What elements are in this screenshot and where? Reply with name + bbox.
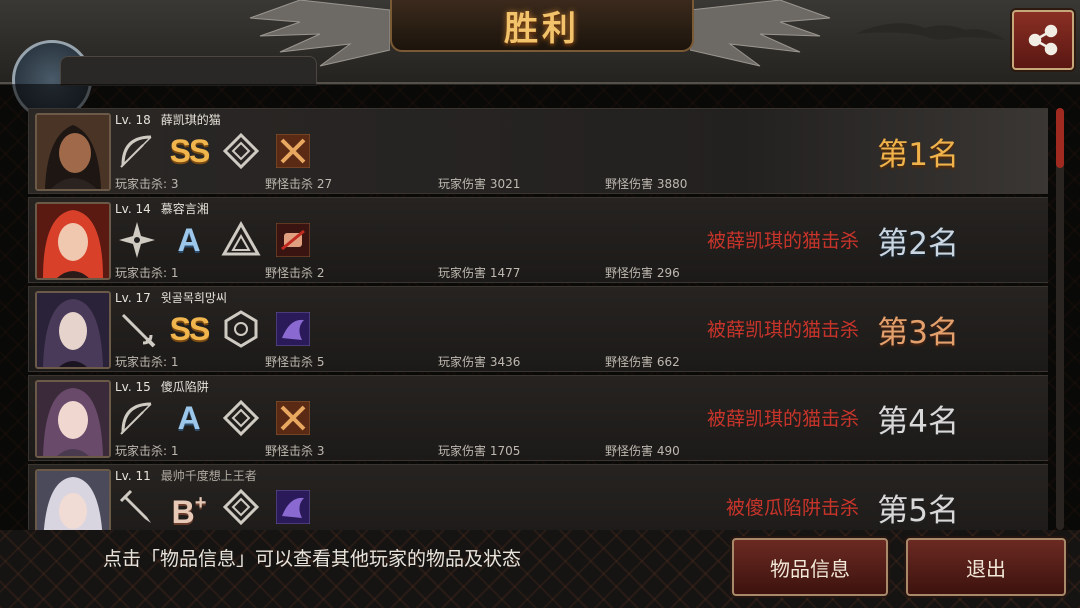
rank-label: 第4名 (877, 404, 959, 440)
player-name: 윗골목희망씨 (160, 291, 228, 305)
player-kills: 玩家击杀: 1 (115, 444, 179, 458)
rank-label: 第3名 (877, 315, 959, 351)
player-portrait (35, 469, 111, 530)
share-button[interactable] (1012, 10, 1074, 70)
rank-label: 第1名 (877, 137, 959, 173)
shadow-skill-icon (271, 487, 315, 527)
monster-kills: 野怪击杀 2 (265, 266, 325, 280)
killed-by-label: 被薛凯琪的猫击杀 (706, 230, 859, 252)
header-tab-plate (60, 56, 317, 86)
crossed-blades-skill-icon (271, 131, 315, 171)
player-portrait (35, 380, 111, 458)
grade-badge: B+ (171, 491, 207, 530)
player-damage: 玩家伤害 3436 (438, 355, 521, 369)
scroll-thumb[interactable] (1056, 108, 1064, 168)
player-name: 最帅千度想上王者 (160, 469, 257, 483)
player-portrait (35, 113, 111, 191)
results-list[interactable]: Lv. 18 薛凯琪的猫 SS 玩家击杀: 3 野怪击杀 27 玩家伤害 3021… (28, 108, 1048, 530)
killed-by-label: 被傻瓜陷阱击杀 (725, 497, 859, 519)
diamond-emblem-icon (219, 131, 263, 171)
grade-badge: SS (169, 311, 211, 347)
player-portrait (35, 291, 111, 369)
player-damage: 玩家伤害 3021 (438, 177, 521, 191)
rank-label: 第5名 (877, 493, 959, 529)
player-row[interactable]: Lv. 18 薛凯琪的猫 SS 玩家击杀: 3 野怪击杀 27 玩家伤害 3021… (28, 108, 1048, 194)
title-plate: 胜利 (390, 0, 694, 52)
footer-hint: 点击「物品信息」可以查看其他玩家的物品及状态 (103, 548, 522, 570)
player-kills: 玩家击杀: 3 (115, 177, 179, 191)
grade-badge: SS (169, 133, 211, 169)
monster-kills: 野怪击杀 5 (265, 355, 325, 369)
monster-damage: 野怪伤害 3880 (605, 177, 688, 191)
shuriken-icon (115, 220, 159, 260)
grade-badge: A (177, 222, 201, 258)
player-level: Lv. 15 (115, 380, 151, 394)
diamond-emblem-icon (219, 487, 263, 527)
player-damage: 玩家伤害 1477 (438, 266, 521, 280)
scrollbar[interactable] (1056, 108, 1064, 530)
player-row[interactable]: Lv. 14 慕容言湘 A 玩家击杀: 1 野怪击杀 2 玩家伤害 1477 野怪… (28, 197, 1048, 283)
bow-icon (115, 398, 159, 438)
shadow-skill-icon (271, 309, 315, 349)
rank-label: 第2名 (877, 226, 959, 262)
crow-silhouette-icon (855, 23, 1005, 40)
player-name: 傻瓜陷阱 (160, 380, 209, 394)
player-kills: 玩家击杀: 1 (115, 355, 179, 369)
grade-badge: A (177, 400, 201, 436)
player-damage: 玩家伤害 1705 (438, 444, 521, 458)
monster-kills: 野怪击杀 27 (265, 177, 333, 191)
right-wing-ornament (690, 0, 831, 67)
hexagon-emblem-icon (219, 309, 263, 349)
monster-damage: 野怪伤害 296 (605, 266, 680, 280)
killed-by-label: 被薛凯琪的猫击杀 (706, 408, 859, 430)
player-level: Lv. 11 (115, 469, 151, 483)
player-name: 慕容言湘 (160, 202, 209, 216)
item-info-button[interactable]: 物品信息 (732, 538, 888, 596)
dagger-icon (115, 487, 159, 527)
player-row[interactable]: Lv. 11 最帅千度想上王者 B+ 被傻瓜陷阱击杀 第5名 (28, 464, 1048, 530)
player-portrait (35, 202, 111, 280)
monster-damage: 野怪伤害 662 (605, 355, 680, 369)
monster-kills: 野怪击杀 3 (265, 444, 325, 458)
crossed-blades-skill-icon (271, 398, 315, 438)
player-row[interactable]: Lv. 17 윗골목희망씨 SS 玩家击杀: 1 野怪击杀 5 玩家伤害 3436… (28, 286, 1048, 372)
exit-button[interactable]: 退出 (906, 538, 1066, 596)
diamond-emblem-icon (219, 398, 263, 438)
victory-title: 胜利 (504, 8, 580, 49)
player-level: Lv. 14 (115, 202, 151, 216)
killed-by-label: 被薛凯琪的猫击杀 (706, 319, 859, 341)
share-icon (1028, 24, 1058, 56)
player-kills: 玩家击杀: 1 (115, 266, 179, 280)
fist-skill-icon (271, 220, 315, 260)
player-row[interactable]: Lv. 15 傻瓜陷阱 A 玩家击杀: 1 野怪击杀 3 玩家伤害 1705 野怪… (28, 375, 1048, 461)
rapier-icon (115, 309, 159, 349)
player-level: Lv. 18 (115, 113, 151, 127)
monster-damage: 野怪伤害 490 (605, 444, 680, 458)
player-level: Lv. 17 (115, 291, 151, 305)
triangle-emblem-icon (219, 220, 263, 260)
player-name: 薛凯琪的猫 (160, 113, 221, 127)
bow-icon (115, 131, 159, 171)
